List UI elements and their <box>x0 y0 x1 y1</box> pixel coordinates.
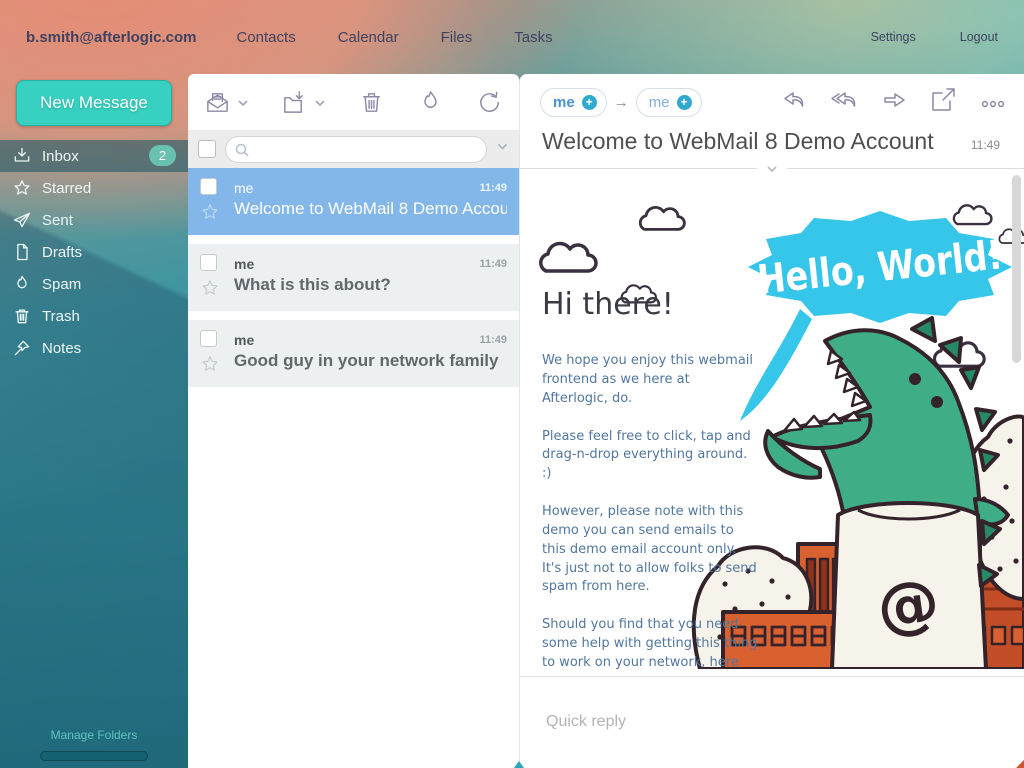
add-contact-icon[interactable]: + <box>582 95 597 110</box>
unread-badge: 2 <box>149 145 176 166</box>
message-title: Welcome to WebMail 8 Demo Account <box>542 128 957 155</box>
folder-label: Spam <box>42 276 81 293</box>
folder-label: Drafts <box>42 244 82 261</box>
email-list: me 11:49 Welcome to WebMail 8 Demo Accou… <box>188 168 519 387</box>
list-toolbar <box>188 74 519 130</box>
pane-resize-handle-left[interactable] <box>514 761 524 768</box>
email-sender: me <box>234 180 479 196</box>
email-checkbox[interactable] <box>200 254 217 271</box>
search-box[interactable] <box>225 136 487 163</box>
document-icon <box>12 242 32 262</box>
email-checkbox[interactable] <box>200 178 217 195</box>
manage-folders-link[interactable]: Manage Folders <box>0 728 188 742</box>
search-input[interactable] <box>256 137 480 162</box>
quick-reply-area <box>520 676 1024 768</box>
open-in-new-window-button[interactable] <box>930 87 956 118</box>
star-icon <box>12 178 32 198</box>
search-icon <box>234 142 250 158</box>
sidebar-item-drafts[interactable]: Drafts <box>0 236 188 268</box>
email-subject: Good guy in your network family <box>234 351 507 377</box>
email-time: 11:49 <box>479 334 507 346</box>
email-checkbox[interactable] <box>200 330 217 347</box>
pane-resize-handle-right[interactable] <box>1016 760 1024 768</box>
reply-button[interactable] <box>780 87 806 118</box>
pushpin-icon <box>12 338 32 358</box>
body-paragraph: We hope you enjoy this webmail frontend … <box>542 352 758 409</box>
sidebar-item-notes[interactable]: Notes <box>0 332 188 364</box>
email-sender: me <box>234 256 479 272</box>
folder-label: Starred <box>42 180 91 197</box>
message-text-column: Hi there! We hope you enjoy this webmail… <box>520 169 760 669</box>
quota-bar <box>40 751 148 761</box>
mark-read-button[interactable] <box>204 89 231 116</box>
body-paragraph: Should you find that you need some help … <box>542 616 758 669</box>
quick-reply-input[interactable] <box>546 709 976 735</box>
folder-sidebar: New Message Inbox 2 Starred Sent Drafts … <box>0 74 188 768</box>
search-options-chevron-icon[interactable] <box>496 140 509 158</box>
email-subject: What is this about? <box>234 275 507 301</box>
nav-calendar[interactable]: Calendar <box>338 29 399 46</box>
account-email[interactable]: b.smith@afterlogic.com <box>26 29 197 46</box>
email-time: 11:49 <box>479 182 507 194</box>
chevron-down-icon[interactable] <box>314 96 326 108</box>
email-list-item[interactable]: me 11:49 Good guy in your network family <box>188 320 519 387</box>
email-time: 11:49 <box>479 258 507 270</box>
from-chip[interactable]: me + <box>540 88 607 117</box>
refresh-button[interactable] <box>476 89 503 116</box>
email-subject: Welcome to WebMail 8 Demo Account <box>234 199 507 225</box>
trash-icon <box>12 306 32 326</box>
body-paragraph: Please feel free to click, tap and drag-… <box>542 428 758 485</box>
email-sender: me <box>234 332 479 348</box>
star-icon[interactable] <box>200 354 220 374</box>
to-arrow: → <box>614 94 629 111</box>
paper-plane-icon <box>12 210 32 230</box>
reading-pane: me + → me + Welcome to WebMail 8 Demo Ac… <box>519 74 1024 768</box>
message-body: Hello, World! <box>520 169 1024 669</box>
folder-label: Sent <box>42 212 73 229</box>
body-scrollbar-thumb[interactable] <box>1012 175 1021 363</box>
folder-label: Inbox <box>42 148 79 165</box>
new-message-button[interactable]: New Message <box>16 80 172 126</box>
forward-button[interactable] <box>880 87 906 118</box>
greeting-heading: Hi there! <box>542 287 760 322</box>
settings-link[interactable]: Settings <box>871 30 916 44</box>
more-options-button[interactable] <box>980 87 1006 118</box>
logout-link[interactable]: Logout <box>960 30 998 44</box>
search-row <box>188 130 519 168</box>
email-list-item[interactable]: me 11:49 Welcome to WebMail 8 Demo Accou… <box>188 168 519 235</box>
nav-files[interactable]: Files <box>441 29 473 46</box>
to-chip[interactable]: me + <box>636 88 702 117</box>
folder-label: Trash <box>42 308 80 325</box>
move-to-folder-button[interactable] <box>281 89 308 116</box>
email-list-item[interactable]: me 11:49 What is this about? <box>188 244 519 311</box>
shirt-at-symbol: @ <box>872 564 944 645</box>
sidebar-item-inbox[interactable]: Inbox 2 <box>0 140 188 172</box>
sidebar-item-spam[interactable]: Spam <box>0 268 188 300</box>
inbox-icon <box>12 146 32 166</box>
bubble-text: Hello, World! <box>755 232 1004 303</box>
star-icon[interactable] <box>200 278 220 298</box>
sidebar-item-trash[interactable]: Trash <box>0 300 188 332</box>
select-all-checkbox[interactable] <box>198 140 216 158</box>
reply-all-button[interactable] <box>830 87 856 118</box>
top-bar: b.smith@afterlogic.com Contacts Calendar… <box>0 0 1024 74</box>
nav-contacts[interactable]: Contacts <box>237 29 296 46</box>
message-list-pane: me 11:49 Welcome to WebMail 8 Demo Accou… <box>188 74 519 768</box>
chevron-down-icon[interactable] <box>237 96 249 108</box>
spam-button[interactable] <box>417 89 444 116</box>
sidebar-item-starred[interactable]: Starred <box>0 172 188 204</box>
delete-button[interactable] <box>358 89 385 116</box>
message-time: 11:49 <box>971 138 1000 152</box>
reader-header: me + → me + <box>520 74 1024 118</box>
folder-label: Notes <box>42 340 81 357</box>
nav-tasks[interactable]: Tasks <box>514 29 552 46</box>
add-contact-icon[interactable]: + <box>677 95 692 110</box>
main-nav: Contacts Calendar Files Tasks <box>237 29 553 46</box>
sidebar-item-sent[interactable]: Sent <box>0 204 188 236</box>
star-icon[interactable] <box>200 202 220 222</box>
body-paragraph: However, please note with this demo you … <box>542 503 758 597</box>
flame-icon <box>12 274 32 294</box>
